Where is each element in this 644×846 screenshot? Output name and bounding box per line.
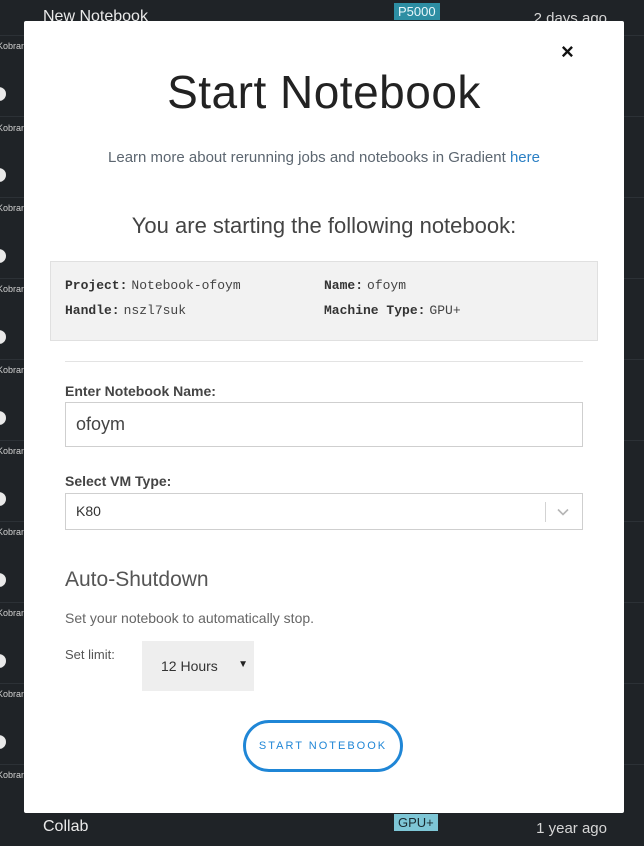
machine-badge: GPU+: [394, 814, 438, 831]
avatar: [0, 411, 6, 425]
info-handle: Handle: nszl7suk: [65, 303, 186, 318]
avatar: [0, 573, 6, 587]
auto-shutdown-title: Auto-Shutdown: [65, 568, 209, 591]
learn-more-label: Learn more about rerunning jobs and note…: [108, 149, 510, 166]
info-machine-type: Machine Type: GPU+: [324, 303, 461, 318]
caret-down-icon: ▼: [238, 659, 248, 670]
avatar: [0, 735, 6, 749]
info-machine-value: GPU+: [429, 303, 461, 318]
info-project-value: Notebook-ofoym: [131, 278, 241, 293]
vm-type-select[interactable]: K80: [65, 493, 583, 530]
notebook-time: 1 year ago: [536, 820, 607, 837]
auto-shutdown-description: Set your notebook to automatically stop.: [65, 610, 315, 626]
info-project-key: Project:: [65, 278, 128, 293]
avatar: [0, 87, 6, 101]
info-name: Name: ofoym: [324, 278, 406, 293]
notebook-title: Collab: [43, 818, 89, 835]
info-machine-key: Machine Type:: [324, 303, 426, 318]
chevron-down-icon[interactable]: [556, 505, 570, 519]
start-notebook-modal: × Start Notebook Learn more about rerunn…: [24, 21, 624, 813]
info-name-key: Name:: [324, 278, 364, 293]
info-name-value: ofoym: [367, 278, 407, 293]
modal-subtitle: You are starting the following notebook:: [131, 213, 517, 238]
notebook-name-label: Enter Notebook Name:: [65, 383, 216, 399]
select-separator: [545, 502, 546, 522]
machine-badge: P5000: [394, 3, 440, 20]
close-icon[interactable]: ×: [561, 41, 574, 63]
shutdown-hours-value: 12 Hours: [161, 658, 218, 674]
notebook-name-input[interactable]: [65, 402, 583, 447]
info-handle-value: nszl7suk: [123, 303, 187, 318]
start-notebook-button[interactable]: START NOTEBOOK: [243, 720, 403, 772]
info-handle-key: Handle:: [65, 303, 120, 318]
shutdown-hours-select[interactable]: 12 Hours ▼: [142, 641, 254, 691]
avatar: [0, 654, 6, 668]
info-project: Project: Notebook-ofoym: [65, 278, 241, 293]
set-limit-label: Set limit:: [65, 647, 115, 662]
avatar: [0, 168, 6, 182]
avatar: [0, 330, 6, 344]
avatar: [0, 249, 6, 263]
notebook-info-box: Project: Notebook-ofoym Name: ofoym Handle…: [50, 261, 598, 341]
learn-more-link[interactable]: here: [510, 149, 540, 166]
vm-type-label: Select VM Type:: [65, 473, 172, 489]
learn-more-text: Learn more about rerunning jobs and note…: [24, 149, 624, 166]
modal-title: Start Notebook: [167, 66, 481, 118]
divider: [65, 361, 583, 362]
avatar: [0, 492, 6, 506]
vm-type-value: K80: [76, 503, 101, 519]
